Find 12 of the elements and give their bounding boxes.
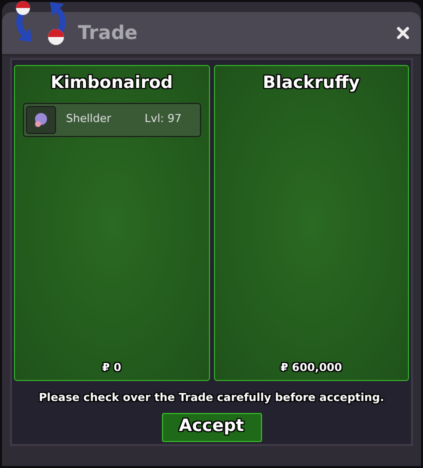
trader-name: Kimbonairod <box>50 72 173 95</box>
pokemon-level: Lvl: 97 <box>144 111 182 128</box>
pokemon-name: Shellder <box>66 111 112 128</box>
pokemon-item[interactable]: Shellder Lvl: 97 <box>23 102 200 136</box>
notice-text: Please check over the Trade carefully before accepting. <box>38 390 386 406</box>
window-title: Trade <box>78 20 138 46</box>
accept-button[interactable]: Accept <box>162 412 262 442</box>
pokemon-icon <box>26 106 56 134</box>
money-amount: ₽ 600,000 <box>280 360 342 376</box>
trader-name: Blackruffy <box>262 72 360 95</box>
close-icon <box>394 24 412 42</box>
money-amount: ₽ 0 <box>102 360 122 376</box>
